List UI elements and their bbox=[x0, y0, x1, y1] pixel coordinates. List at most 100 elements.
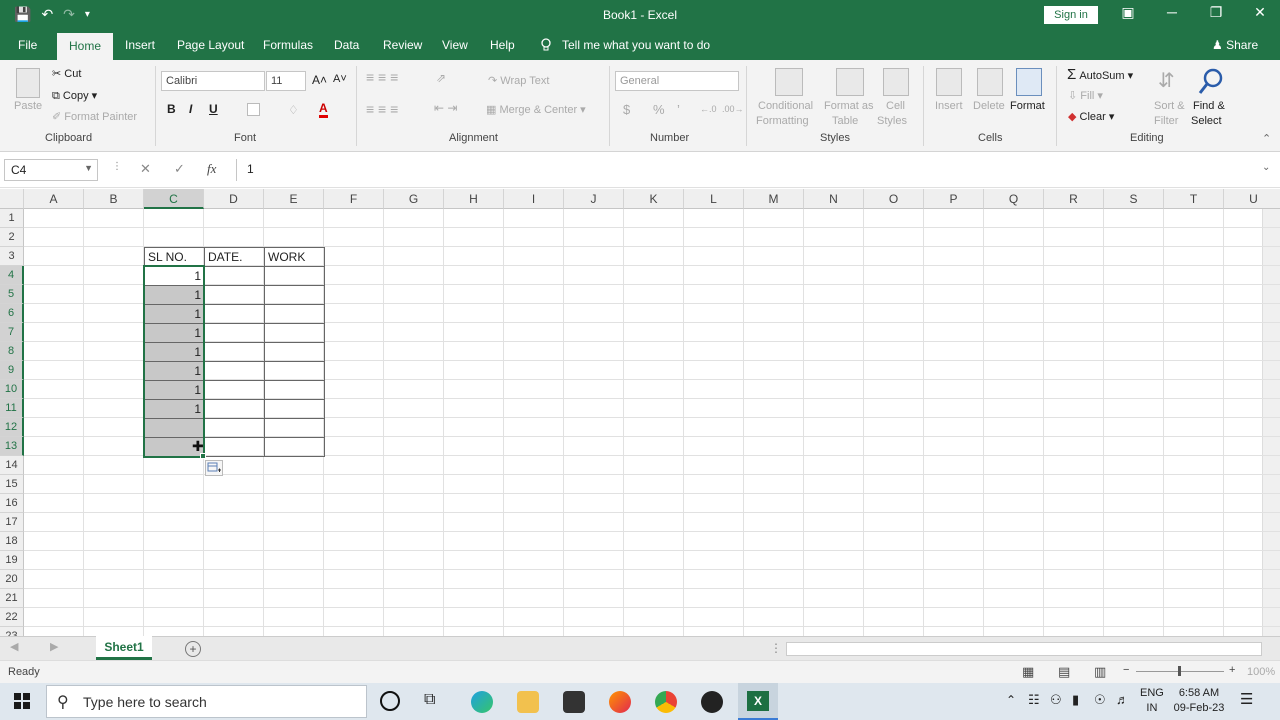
cell-c12[interactable] bbox=[144, 418, 205, 438]
column-header-s[interactable]: S bbox=[1104, 189, 1164, 209]
tab-split-handle[interactable]: ⋮ bbox=[770, 641, 782, 655]
row-header-4[interactable]: 4 bbox=[0, 266, 24, 285]
row-header-12[interactable]: 12 bbox=[0, 418, 24, 437]
sort-filter-icon[interactable]: ⇵ bbox=[1158, 68, 1175, 93]
cell-c11[interactable]: 1 bbox=[144, 399, 205, 419]
tab-review[interactable]: Review bbox=[383, 38, 422, 52]
align-top-icon[interactable]: ≡ ≡ ≡ bbox=[366, 69, 398, 85]
cell-d13[interactable] bbox=[204, 437, 265, 457]
wrap-text-button[interactable]: ↷ Wrap Text bbox=[488, 74, 549, 87]
column-header-b[interactable]: B bbox=[84, 189, 144, 209]
tab-data[interactable]: Data bbox=[334, 38, 359, 52]
cell-e8[interactable] bbox=[264, 342, 325, 362]
merge-center-button[interactable]: ▦ Merge & Center ▾ bbox=[486, 103, 586, 116]
mail-icon[interactable] bbox=[563, 691, 585, 713]
row-header-13[interactable]: 13 bbox=[0, 437, 24, 456]
cell-e3[interactable]: WORK bbox=[264, 247, 325, 267]
row-header-7[interactable]: 7 bbox=[0, 323, 24, 342]
row-header-19[interactable]: 19 bbox=[0, 551, 24, 570]
cell-d9[interactable] bbox=[204, 361, 265, 381]
cell-d12[interactable] bbox=[204, 418, 265, 438]
format-as-table-icon[interactable] bbox=[836, 68, 864, 96]
tab-home[interactable]: Home bbox=[57, 33, 114, 60]
cell-d7[interactable] bbox=[204, 323, 265, 343]
close-button[interactable]: ✕ bbox=[1238, 4, 1280, 21]
sort-filter-line1[interactable]: Sort & bbox=[1154, 100, 1185, 112]
row-header-2[interactable]: 2 bbox=[0, 228, 24, 247]
row-header-10[interactable]: 10 bbox=[0, 380, 24, 399]
font-size-box[interactable]: 11 bbox=[266, 71, 306, 91]
conditional-formatting-line1[interactable]: Conditional bbox=[758, 100, 813, 112]
row-header-5[interactable]: 5 bbox=[0, 285, 24, 304]
volume-icon[interactable]: ♬ bbox=[1116, 692, 1129, 707]
tab-file[interactable]: File bbox=[18, 38, 37, 52]
row-header-18[interactable]: 18 bbox=[0, 532, 24, 551]
align-left-icon[interactable]: ≡ ≡ ≡ bbox=[366, 101, 398, 117]
new-sheet-button[interactable]: + bbox=[185, 641, 201, 657]
insert-function-button[interactable]: fx bbox=[207, 161, 216, 177]
language-indicator[interactable]: ENG IN bbox=[1140, 687, 1164, 714]
cell-e7[interactable] bbox=[264, 323, 325, 343]
copy-button[interactable]: ⧉ Copy ▾ bbox=[52, 89, 97, 103]
insert-cells-button[interactable]: Insert bbox=[935, 100, 963, 112]
cell-d4[interactable] bbox=[204, 266, 265, 286]
tab-view[interactable]: View bbox=[442, 38, 468, 52]
cell-c5[interactable]: 1 bbox=[144, 285, 205, 305]
cell-e10[interactable] bbox=[264, 380, 325, 400]
magnifier-icon[interactable] bbox=[1198, 68, 1224, 99]
name-box[interactable]: C4 ▼ bbox=[4, 159, 98, 181]
paste-icon[interactable] bbox=[16, 68, 40, 98]
format-cells-icon[interactable] bbox=[1016, 68, 1042, 96]
notifications-icon[interactable]: ☰ bbox=[1240, 690, 1253, 708]
app-icon[interactable] bbox=[701, 691, 723, 713]
borders-icon[interactable] bbox=[247, 103, 260, 116]
cell-e12[interactable] bbox=[264, 418, 325, 438]
underline-button[interactable]: U bbox=[209, 102, 218, 116]
excel-taskbar-button[interactable]: X bbox=[738, 683, 778, 720]
collapse-ribbon-icon[interactable]: ⌃ bbox=[1262, 132, 1271, 145]
zoom-out-button[interactable]: − bbox=[1123, 664, 1129, 676]
cell-c9[interactable]: 1 bbox=[144, 361, 205, 381]
auto-fill-options-button[interactable] bbox=[205, 460, 223, 476]
page-layout-view-icon[interactable]: ▤ bbox=[1058, 664, 1070, 680]
expand-formula-icon[interactable]: ⌄ bbox=[1262, 162, 1270, 173]
autosum-button[interactable]: Σ AutoSum ▾ bbox=[1067, 66, 1133, 83]
column-header-i[interactable]: I bbox=[504, 189, 564, 209]
cut-button[interactable]: ✂ Cut bbox=[52, 67, 81, 80]
sign-in-button[interactable]: Sign in bbox=[1044, 6, 1098, 24]
network-drive-icon[interactable]: ☷ bbox=[1028, 692, 1040, 708]
column-header-c[interactable]: C bbox=[144, 189, 204, 209]
row-header-17[interactable]: 17 bbox=[0, 513, 24, 532]
cell-e6[interactable] bbox=[264, 304, 325, 324]
normal-view-icon[interactable]: ▦ bbox=[1022, 664, 1034, 680]
tab-page-layout[interactable]: Page Layout bbox=[177, 38, 244, 52]
share-button[interactable]: ♟ Share bbox=[1212, 38, 1258, 52]
column-header-g[interactable]: G bbox=[384, 189, 444, 209]
format-as-table-line1[interactable]: Format as bbox=[824, 100, 874, 112]
cell-d8[interactable] bbox=[204, 342, 265, 362]
horizontal-scrollbar[interactable] bbox=[786, 642, 1262, 656]
column-header-d[interactable]: D bbox=[204, 189, 264, 209]
row-header-14[interactable]: 14 bbox=[0, 456, 24, 475]
clear-button[interactable]: ◆ Clear ▾ bbox=[1068, 110, 1114, 123]
column-header-n[interactable]: N bbox=[804, 189, 864, 209]
column-header-t[interactable]: T bbox=[1164, 189, 1224, 209]
confirm-entry-button[interactable]: ✓ bbox=[174, 161, 185, 177]
cell-e5[interactable] bbox=[264, 285, 325, 305]
column-header-r[interactable]: R bbox=[1044, 189, 1104, 209]
cell-c6[interactable]: 1 bbox=[144, 304, 205, 324]
cell-styles-line2[interactable]: Styles bbox=[877, 115, 907, 127]
row-header-16[interactable]: 16 bbox=[0, 494, 24, 513]
microphone-icon[interactable]: ⚇ bbox=[1050, 692, 1062, 708]
row-header-9[interactable]: 9 bbox=[0, 361, 24, 380]
paste-button[interactable]: Paste bbox=[14, 100, 42, 112]
taskbar-search-box[interactable]: ⚲ Type here to search bbox=[46, 685, 367, 718]
cell-c3[interactable]: SL NO. bbox=[144, 247, 205, 267]
row-header-1[interactable]: 1 bbox=[0, 209, 24, 228]
row-header-15[interactable]: 15 bbox=[0, 475, 24, 494]
cell-e11[interactable] bbox=[264, 399, 325, 419]
column-header-l[interactable]: L bbox=[684, 189, 744, 209]
format-cells-button[interactable]: Format bbox=[1010, 100, 1045, 112]
maximize-button[interactable]: ❐ bbox=[1194, 4, 1238, 21]
insert-cells-icon[interactable] bbox=[936, 68, 962, 96]
